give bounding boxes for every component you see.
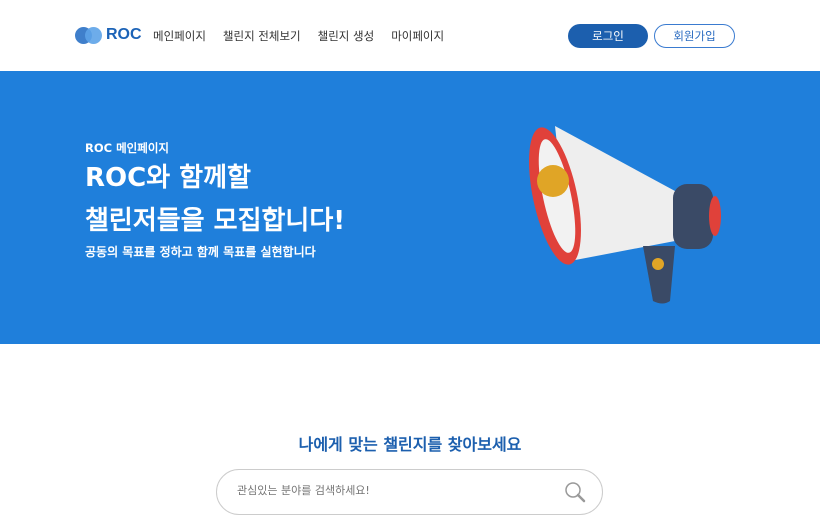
nav-main[interactable]: 메인페이지 — [153, 28, 206, 44]
search-heading: 나에게 맞는 챌린지를 찾아보세요 — [298, 435, 522, 454]
hero-title: ROC와 함께할 챌린저들을 모집합니다! — [85, 157, 345, 243]
hero-title-line1: ROC와 함께할 — [85, 163, 251, 193]
login-button[interactable]: 로그인 — [568, 24, 648, 48]
logo-text: ROC — [106, 26, 142, 43]
nav-create-challenge[interactable]: 챌린지 생성 — [318, 28, 375, 44]
hero-description: 공동의 목표를 정하고 함께 목표를 실현합니다 — [85, 245, 316, 259]
megaphone-icon — [529, 126, 721, 304]
logo-icon — [75, 26, 102, 44]
top-nav: ROC 메인페이지 챌린지 전체보기 챌린지 생성 마이페이지 로그인 회원가입 — [0, 0, 820, 71]
signup-button[interactable]: 회원가입 — [654, 24, 735, 48]
main-menu: 메인페이지 챌린지 전체보기 챌린지 생성 마이페이지 — [153, 28, 444, 44]
hero-subtitle: ROC 메인페이지 — [85, 141, 169, 155]
nav-mypage[interactable]: 마이페이지 — [391, 28, 444, 44]
search-input[interactable] — [237, 484, 557, 497]
search-bar — [216, 469, 603, 515]
hero-banner: ROC 메인페이지 ROC와 함께할 챌린저들을 모집합니다! 공동의 목표를 … — [0, 71, 820, 344]
nav-all-challenges[interactable]: 챌린지 전체보기 — [223, 28, 301, 44]
hero-title-line2: 챌린저들을 모집합니다! — [85, 206, 346, 236]
logo[interactable]: ROC — [75, 26, 142, 44]
search-icon[interactable] — [564, 481, 586, 503]
